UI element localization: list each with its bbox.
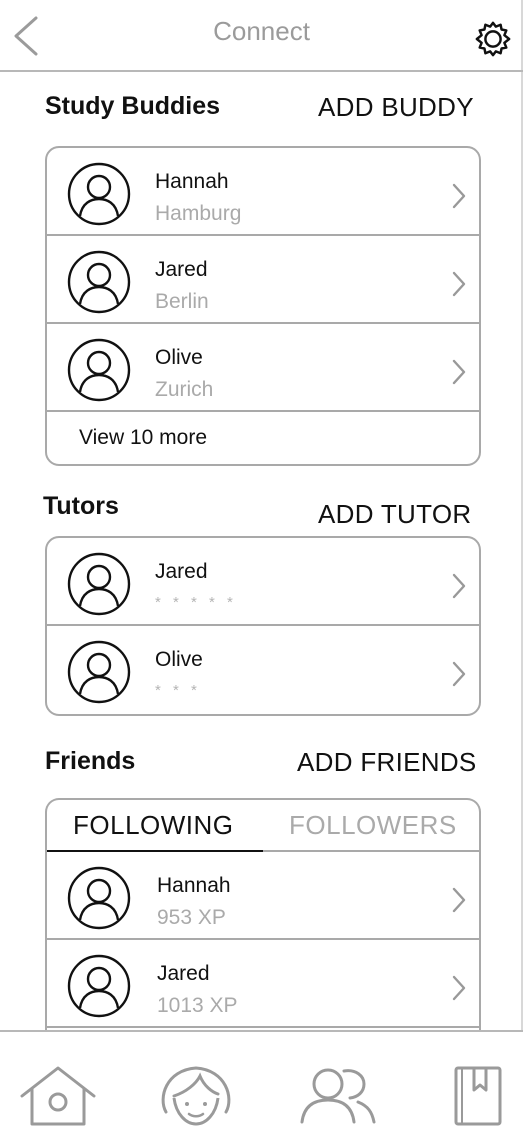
friend-xp: 953 XP	[157, 906, 226, 929]
page-title: Connect	[213, 16, 310, 46]
buddy-name: Olive	[155, 346, 203, 369]
friend-name: Hannah	[157, 874, 231, 897]
avatar-icon	[67, 954, 131, 1018]
tutor-rating: * * * * *	[155, 594, 237, 611]
avatar-icon	[67, 866, 131, 930]
chevron-right-icon	[452, 359, 466, 385]
tab-followers[interactable]: FOLLOWERS	[289, 810, 457, 841]
tutors-heading: Tutors	[43, 492, 119, 520]
bottom-nav	[0, 1030, 523, 1140]
add-friends-button[interactable]: ADD FRIENDS	[297, 747, 477, 778]
study-buddies-heading: Study Buddies	[45, 92, 221, 120]
tutor-row[interactable]: Olive * * *	[47, 626, 479, 714]
avatar-icon	[67, 162, 131, 226]
avatar-icon	[67, 552, 131, 616]
chevron-right-icon	[452, 183, 466, 209]
header: Connect	[0, 0, 523, 72]
buddy-name: Hannah	[155, 170, 229, 193]
home-icon[interactable]	[18, 1062, 98, 1128]
buddy-row[interactable]: Olive Zurich	[47, 324, 479, 412]
tutor-name: Olive	[155, 648, 203, 671]
buddy-row[interactable]: Hannah Hamburg	[47, 148, 479, 236]
chevron-right-icon	[452, 887, 466, 913]
view-more-label: View 10 more	[79, 426, 208, 449]
buddy-name: Jared	[155, 258, 208, 281]
view-more-button[interactable]: View 10 more	[47, 412, 479, 464]
study-buddies-card: Hannah Hamburg Jared Berlin Olive Zurich…	[45, 146, 481, 466]
avatar-icon	[67, 250, 131, 314]
friend-row[interactable]: Jared 1013 XP	[47, 940, 479, 1028]
friend-xp: 1013 XP	[157, 994, 238, 1017]
friend-row[interactable]: Hannah 953 XP	[47, 852, 479, 940]
avatar-icon	[67, 640, 131, 704]
chevron-right-icon	[452, 573, 466, 599]
book-icon[interactable]	[440, 1062, 520, 1128]
connect-people-icon[interactable]	[298, 1062, 378, 1128]
tab-following[interactable]: FOLLOWING	[73, 810, 234, 841]
tutors-card: Jared * * * * * Olive * * *	[45, 536, 481, 716]
add-buddy-button[interactable]: ADD BUDDY	[318, 92, 474, 123]
friends-card: FOLLOWING FOLLOWERS Hannah 953 XP Jared …	[45, 798, 481, 1058]
chevron-right-icon	[452, 975, 466, 1001]
friends-heading: Friends	[45, 747, 136, 775]
buddy-location: Berlin	[155, 290, 209, 313]
chevron-right-icon	[452, 271, 466, 297]
buddy-row[interactable]: Jared Berlin	[47, 236, 479, 324]
tutor-name: Jared	[155, 560, 208, 583]
avatar-icon	[67, 338, 131, 402]
buddy-location: Zurich	[155, 378, 214, 401]
add-tutor-button[interactable]: ADD TUTOR	[318, 499, 471, 530]
buddy-location: Hamburg	[155, 202, 242, 225]
tutor-rating: * * *	[155, 682, 201, 699]
tutor-row[interactable]: Jared * * * * *	[47, 538, 479, 626]
chevron-right-icon	[452, 661, 466, 687]
friends-tabs: FOLLOWING FOLLOWERS	[47, 800, 479, 852]
profile-icon[interactable]	[156, 1062, 236, 1128]
settings-gear-icon[interactable]	[474, 20, 512, 58]
friend-name: Jared	[157, 962, 210, 985]
